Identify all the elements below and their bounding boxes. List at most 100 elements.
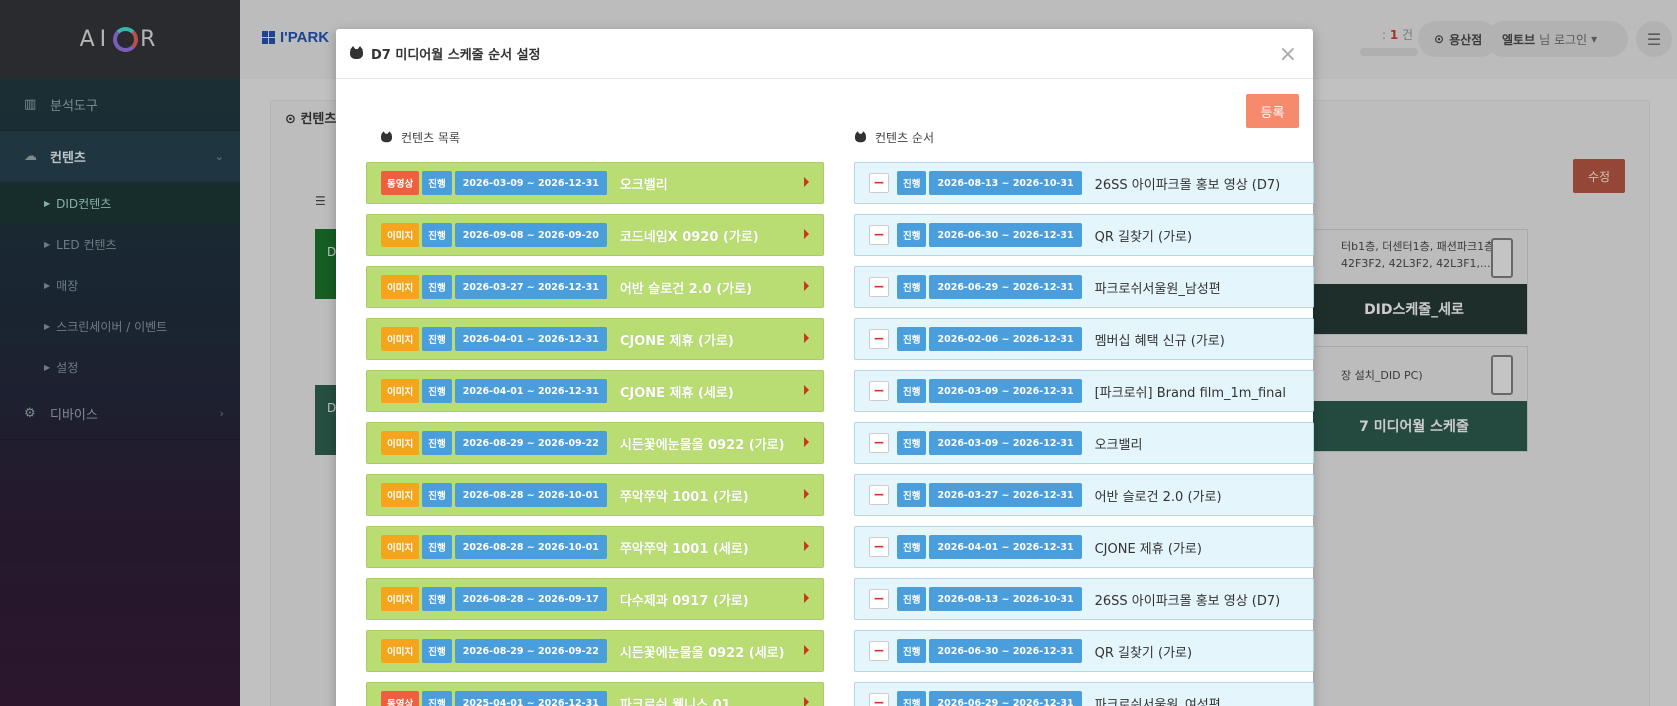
content-order-item[interactable]: − 진행 2026-03-09 ~ 2026-12-31 오크밸리 xyxy=(854,422,1314,464)
date-range-badge: 2025-04-01 ~ 2026-12-31 xyxy=(454,691,607,706)
arrow-right-icon[interactable] xyxy=(804,697,809,706)
status-badge: 진행 xyxy=(897,171,927,195)
arrow-right-icon[interactable] xyxy=(804,177,809,187)
arrow-right-icon[interactable] xyxy=(804,229,809,239)
content-list-item[interactable]: 이미지 진행 2026-08-28 ~ 2026-09-17 다수제과 0917 (가… xyxy=(366,578,824,620)
date-range-badge: 2026-04-01 ~ 2026-12-31 xyxy=(454,379,607,403)
content-list-item[interactable]: 이미지 진행 2026-08-28 ~ 2026-10-01 쭈악쭈악 1001 (가… xyxy=(366,474,824,516)
content-order-item[interactable]: − 진행 2026-03-27 ~ 2026-12-31 어반 슬로건 2.0 (가로… xyxy=(854,474,1314,516)
content-list: 동영상 진행 2026-03-09 ~ 2026-12-31 오크밸리 이미지 진행 202… xyxy=(366,162,824,706)
date-range-badge: 2026-08-13 ~ 2026-10-31 xyxy=(929,171,1082,195)
date-range-badge: 2026-08-28 ~ 2026-10-01 xyxy=(454,483,607,507)
status-badge: 진행 xyxy=(897,379,927,403)
close-icon[interactable]: × xyxy=(1279,42,1297,67)
modal-header: D7 미디어월 스케줄 순서 설정 xyxy=(336,29,1313,79)
content-order-item[interactable]: − 진행 2026-06-29 ~ 2026-12-31 파크로쉬서울원_여성편 xyxy=(854,682,1314,706)
content-list-item[interactable]: 이미지 진행 2026-04-01 ~ 2026-12-31 CJONE 제휴 (세로… xyxy=(366,370,824,412)
arrow-right-icon[interactable] xyxy=(804,489,809,499)
status-badge: 진행 xyxy=(422,275,452,299)
remove-icon[interactable]: − xyxy=(869,693,889,706)
remove-icon[interactable]: − xyxy=(869,381,889,401)
content-list-item[interactable]: 이미지 진행 2026-08-28 ~ 2026-10-01 쭈악쭈악 1001 (세… xyxy=(366,526,824,568)
content-title: 26SS 아이파크몰 홍보 영상 (D7) xyxy=(1094,593,1281,609)
register-button[interactable]: 등록 xyxy=(1246,94,1299,128)
content-order-item[interactable]: − 진행 2026-08-13 ~ 2026-10-31 26SS 아이파크몰 홍보 … xyxy=(854,162,1314,204)
content-list-item[interactable]: 이미지 진행 2026-09-08 ~ 2026-09-20 코드네임X 0920 (… xyxy=(366,214,824,256)
status-badge: 진행 xyxy=(422,639,452,663)
date-range-badge: 2026-04-01 ~ 2026-12-31 xyxy=(929,535,1082,559)
content-list-item[interactable]: 이미지 진행 2026-08-29 ~ 2026-09-22 시든꽃에눈물을 0922… xyxy=(366,630,824,672)
date-range-badge: 2026-03-09 ~ 2026-12-31 xyxy=(454,171,607,195)
arrow-right-icon[interactable] xyxy=(804,333,809,343)
remove-icon[interactable]: − xyxy=(869,641,889,661)
arrow-right-icon[interactable] xyxy=(804,437,809,447)
content-list-item[interactable]: 동영상 진행 2026-03-09 ~ 2026-12-31 오크밸리 xyxy=(366,162,824,204)
cat-icon xyxy=(350,45,363,59)
content-order-item[interactable]: − 진행 2026-03-09 ~ 2026-12-31 [파크로쉬] Brand f… xyxy=(854,370,1314,412)
content-list-label: 컨텐츠 목록 xyxy=(380,129,460,146)
content-order-item[interactable]: − 진행 2026-06-29 ~ 2026-12-31 파크로쉬서울원_남성편 xyxy=(854,266,1314,308)
content-list-item[interactable]: 동영상 진행 2025-04-01 ~ 2026-12-31 파크로쉬 웰니스 01 xyxy=(366,682,824,706)
date-range-badge: 2026-08-28 ~ 2026-09-17 xyxy=(454,587,607,611)
remove-icon[interactable]: − xyxy=(869,485,889,505)
content-title: 시든꽃에눈물을 0922 (가로) xyxy=(619,437,785,453)
status-badge: 진행 xyxy=(897,275,927,299)
status-badge: 진행 xyxy=(897,691,927,706)
remove-icon[interactable]: − xyxy=(869,537,889,557)
arrow-right-icon[interactable] xyxy=(804,541,809,551)
remove-icon[interactable]: − xyxy=(869,277,889,297)
status-badge: 진행 xyxy=(422,535,452,559)
arrow-right-icon[interactable] xyxy=(804,593,809,603)
date-range-badge: 2026-08-28 ~ 2026-10-01 xyxy=(454,535,607,559)
arrow-right-icon[interactable] xyxy=(804,385,809,395)
date-range-badge: 2026-03-27 ~ 2026-12-31 xyxy=(454,275,607,299)
status-badge: 진행 xyxy=(422,327,452,351)
date-range-badge: 2026-06-29 ~ 2026-12-31 xyxy=(929,275,1082,299)
content-order-item[interactable]: − 진행 2026-02-06 ~ 2026-12-31 멤버십 혜택 신규 (가로) xyxy=(854,318,1314,360)
content-order-label: 컨텐츠 순서 xyxy=(854,129,934,146)
arrow-right-icon[interactable] xyxy=(804,645,809,655)
content-title: QR 길찾기 (가로) xyxy=(1094,645,1193,661)
content-order-list: − 진행 2026-08-13 ~ 2026-10-31 26SS 아이파크몰 홍보 … xyxy=(854,162,1314,706)
modal-title: D7 미디어월 스케줄 순서 설정 xyxy=(371,48,541,63)
content-title: 멤버십 혜택 신규 (가로) xyxy=(1094,333,1225,349)
date-range-badge: 2026-08-29 ~ 2026-09-22 xyxy=(454,639,607,663)
remove-icon[interactable]: − xyxy=(869,589,889,609)
type-badge: 이미지 xyxy=(381,379,420,403)
remove-icon[interactable]: − xyxy=(869,329,889,349)
content-list-item[interactable]: 이미지 진행 2026-03-27 ~ 2026-12-31 어반 슬로건 2.0 (… xyxy=(366,266,824,308)
type-badge: 동영상 xyxy=(381,691,420,706)
date-range-badge: 2026-04-01 ~ 2026-12-31 xyxy=(454,327,607,351)
remove-icon[interactable]: − xyxy=(869,173,889,193)
date-range-badge: 2026-08-29 ~ 2026-09-22 xyxy=(454,431,607,455)
content-list-item[interactable]: 이미지 진행 2026-04-01 ~ 2026-12-31 CJONE 제휴 (가로… xyxy=(366,318,824,360)
status-badge: 진행 xyxy=(422,483,452,507)
status-badge: 진행 xyxy=(422,431,452,455)
content-title: 파크로쉬서울원_여성편 xyxy=(1094,697,1221,706)
date-range-badge: 2026-06-30 ~ 2026-12-31 xyxy=(929,639,1082,663)
status-badge: 진행 xyxy=(422,171,452,195)
content-order-item[interactable]: − 진행 2026-04-01 ~ 2026-12-31 CJONE 제휴 (가로) xyxy=(854,526,1314,568)
date-range-badge: 2026-03-09 ~ 2026-12-31 xyxy=(929,431,1082,455)
remove-icon[interactable]: − xyxy=(869,225,889,245)
remove-icon[interactable]: − xyxy=(869,433,889,453)
date-range-badge: 2026-06-30 ~ 2026-12-31 xyxy=(929,223,1082,247)
date-range-badge: 2026-06-29 ~ 2026-12-31 xyxy=(929,691,1082,706)
status-badge: 진행 xyxy=(897,431,927,455)
content-order-item[interactable]: − 진행 2026-06-30 ~ 2026-12-31 QR 길찾기 (가로) xyxy=(854,214,1314,256)
content-title: 오크밸리 xyxy=(1094,437,1143,453)
content-title: QR 길찾기 (가로) xyxy=(1094,229,1193,245)
content-order-item[interactable]: − 진행 2026-06-30 ~ 2026-12-31 QR 길찾기 (가로) xyxy=(854,630,1314,672)
content-list-item[interactable]: 이미지 진행 2026-08-29 ~ 2026-09-22 시든꽃에눈물을 0922… xyxy=(366,422,824,464)
arrow-right-icon[interactable] xyxy=(804,281,809,291)
status-badge: 진행 xyxy=(422,587,452,611)
content-title: CJONE 제휴 (세로) xyxy=(619,385,734,401)
content-title: 오크밸리 xyxy=(619,177,668,193)
content-title: 어반 슬로건 2.0 (가로) xyxy=(619,281,753,297)
date-range-badge: 2026-03-09 ~ 2026-12-31 xyxy=(929,379,1082,403)
content-order-item[interactable]: − 진행 2026-08-13 ~ 2026-10-31 26SS 아이파크몰 홍보 … xyxy=(854,578,1314,620)
type-badge: 동영상 xyxy=(381,171,420,195)
content-title: 파크로쉬 웰니스 01 xyxy=(619,697,731,706)
content-title: 다수제과 0917 (가로) xyxy=(619,593,749,609)
status-badge: 진행 xyxy=(897,327,927,351)
